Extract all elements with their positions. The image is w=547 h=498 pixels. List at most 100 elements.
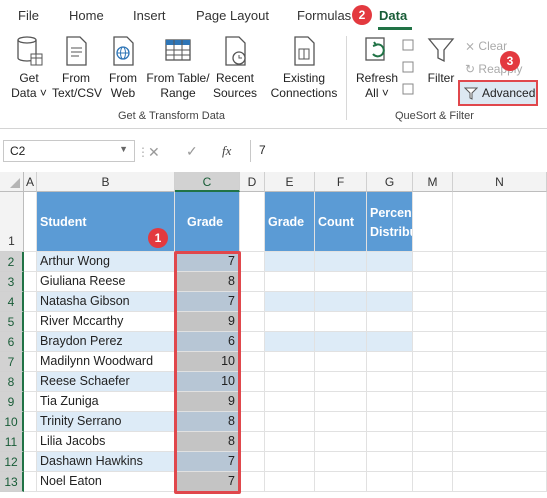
cell-empty[interactable] [240, 332, 265, 352]
row-header-8[interactable]: 8 [0, 372, 24, 392]
cell-empty[interactable] [413, 292, 453, 312]
column-header-c[interactable]: C [175, 172, 240, 192]
cell-empty[interactable] [24, 332, 37, 352]
row-header-9[interactable]: 9 [0, 392, 24, 412]
cell-empty[interactable] [240, 192, 265, 252]
cell-empty[interactable] [453, 272, 547, 292]
criteria-cell[interactable] [367, 392, 413, 412]
menu-formulas[interactable]: Formulas [297, 8, 351, 23]
cell-empty[interactable] [24, 312, 37, 332]
cell-empty[interactable] [240, 392, 265, 412]
student-name-cell[interactable]: Dashawn Hawkins [37, 452, 175, 472]
refresh-all-button[interactable]: Refresh All ˅ [354, 34, 400, 101]
cell-empty[interactable] [413, 192, 453, 252]
cell-empty[interactable] [413, 272, 453, 292]
cell-empty[interactable] [453, 412, 547, 432]
criteria-cell[interactable] [265, 292, 315, 312]
cell-empty[interactable] [453, 432, 547, 452]
cell-empty[interactable] [413, 332, 453, 352]
criteria-cell[interactable] [367, 352, 413, 372]
query-tools-icons[interactable] [402, 38, 414, 98]
cell-empty[interactable] [240, 252, 265, 272]
row-header-10[interactable]: 10 [0, 412, 24, 432]
cell-empty[interactable] [24, 472, 37, 492]
column-header-m[interactable]: M [413, 172, 453, 192]
cell-empty[interactable] [413, 352, 453, 372]
cell-empty[interactable] [413, 312, 453, 332]
student-name-cell[interactable]: River Mccarthy [37, 312, 175, 332]
cell-empty[interactable] [413, 472, 453, 492]
student-name-cell[interactable]: Arthur Wong [37, 252, 175, 272]
cell-empty[interactable] [413, 252, 453, 272]
from-text-csv-button[interactable]: From Text/CSV [52, 34, 102, 101]
criteria-cell[interactable] [265, 392, 315, 412]
student-name-cell[interactable]: Reese Schaefer [37, 372, 175, 392]
criteria-cell[interactable] [265, 452, 315, 472]
recent-sources-button[interactable]: Recent Sources [212, 34, 258, 101]
cell-empty[interactable] [413, 412, 453, 432]
criteria-cell[interactable] [367, 412, 413, 432]
criteria-cell[interactable] [315, 372, 367, 392]
column-header-f[interactable]: F [315, 172, 367, 192]
row-header-12[interactable]: 12 [0, 452, 24, 472]
cell-empty[interactable] [240, 272, 265, 292]
cell-empty[interactable] [24, 452, 37, 472]
menu-data[interactable]: Data [379, 8, 407, 23]
cell-empty[interactable] [240, 292, 265, 312]
row-header-5[interactable]: 5 [0, 312, 24, 332]
menu-page-layout[interactable]: Page Layout [196, 8, 269, 23]
criteria-cell[interactable] [315, 252, 367, 272]
criteria-cell[interactable] [367, 432, 413, 452]
criteria-cell[interactable] [265, 332, 315, 352]
existing-connections-button[interactable]: Existing Connections [268, 34, 340, 101]
cell-empty[interactable] [24, 412, 37, 432]
cell-empty[interactable] [413, 452, 453, 472]
student-name-cell[interactable]: Lilia Jacobs [37, 432, 175, 452]
criteria-cell[interactable] [367, 452, 413, 472]
criteria-cell[interactable] [367, 312, 413, 332]
row-header-13[interactable]: 13 [0, 472, 24, 492]
criteria-cell[interactable] [315, 352, 367, 372]
select-all-corner[interactable] [0, 172, 24, 192]
column-header-b[interactable]: B [37, 172, 175, 192]
name-box[interactable]: C2 ▼ [3, 140, 135, 162]
criteria-cell[interactable] [367, 272, 413, 292]
cell-empty[interactable] [24, 392, 37, 412]
enter-icon[interactable]: ✓ [186, 143, 198, 160]
cell-empty[interactable] [240, 312, 265, 332]
row-header-2[interactable]: 2 [0, 252, 24, 272]
criteria-cell[interactable] [367, 292, 413, 312]
cell-empty[interactable] [24, 292, 37, 312]
cell-empty[interactable] [240, 412, 265, 432]
criteria-cell[interactable] [315, 312, 367, 332]
cell-empty[interactable] [453, 472, 547, 492]
chevron-down-icon[interactable]: ▼ [119, 144, 128, 154]
cancel-icon[interactable]: ✕ [148, 144, 160, 161]
column-header-e[interactable]: E [265, 172, 315, 192]
cell-empty[interactable] [413, 432, 453, 452]
row-header-3[interactable]: 3 [0, 272, 24, 292]
cell-empty[interactable] [453, 292, 547, 312]
cell-empty[interactable] [453, 392, 547, 412]
criteria-cell[interactable] [265, 312, 315, 332]
cell-empty[interactable] [453, 352, 547, 372]
criteria-cell[interactable] [315, 332, 367, 352]
criteria-cell[interactable] [315, 432, 367, 452]
cell-empty[interactable] [24, 352, 37, 372]
cell-empty[interactable] [413, 392, 453, 412]
student-name-cell[interactable]: Noel Eaton [37, 472, 175, 492]
cell-empty[interactable] [453, 252, 547, 272]
cell-empty[interactable] [240, 452, 265, 472]
criteria-cell[interactable] [265, 272, 315, 292]
column-header-g[interactable]: G [367, 172, 413, 192]
from-web-button[interactable]: From Web [104, 34, 142, 101]
criteria-cell[interactable] [265, 412, 315, 432]
cell-empty[interactable] [240, 432, 265, 452]
criteria-cell[interactable] [315, 272, 367, 292]
row-header-11[interactable]: 11 [0, 432, 24, 452]
criteria-cell[interactable] [265, 432, 315, 452]
cell-empty[interactable] [24, 272, 37, 292]
from-table-range-button[interactable]: From Table/ Range [146, 34, 210, 101]
column-header-d[interactable]: D [240, 172, 265, 192]
menu-file[interactable]: File [18, 8, 39, 23]
